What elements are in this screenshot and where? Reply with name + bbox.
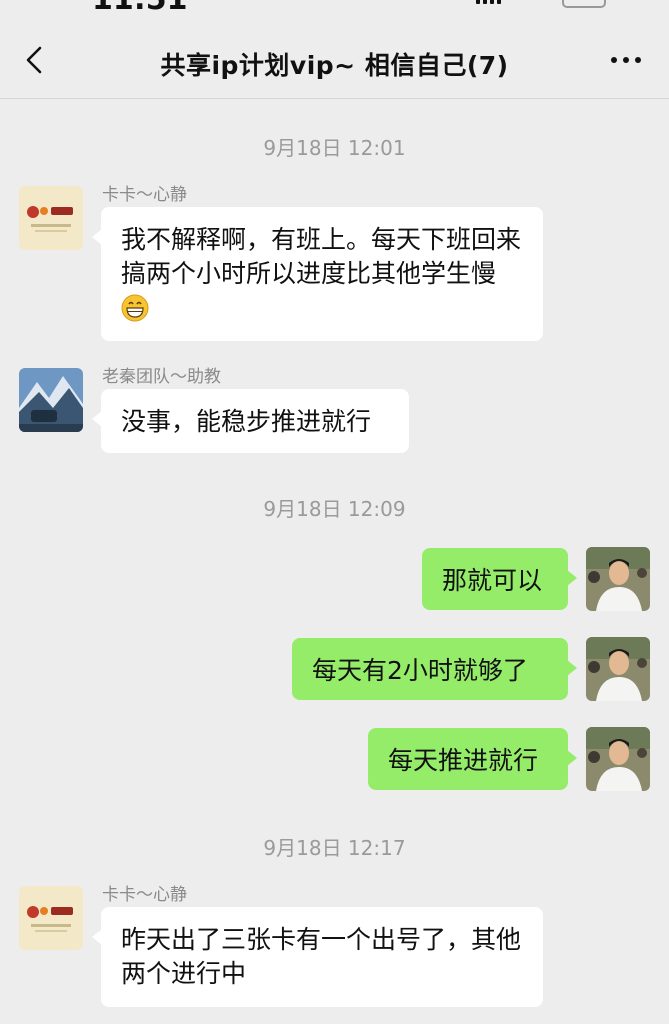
message-text: 那就可以 (442, 566, 543, 595)
sender-name: 卡卡～心静 (102, 885, 187, 905)
signal-icon (476, 0, 501, 4)
message-text: 我不解释啊，有班上。每天下班回来搞两个小时所以进度比其他学生慢 (121, 225, 522, 288)
message-timestamp: 9月18日 12:09 (263, 497, 406, 521)
message-text: 每天有2小时就够了 (312, 656, 528, 685)
avatar[interactable] (19, 368, 83, 432)
message-bubble[interactable]: 那就可以 (422, 548, 577, 610)
message-bubble[interactable]: 每天推进就行 (368, 728, 577, 790)
message-bubble[interactable]: 每天有2小时就够了 (292, 638, 577, 700)
grinning-face-emoji (121, 294, 149, 322)
avatar[interactable] (19, 186, 83, 250)
avatar[interactable] (586, 727, 650, 791)
avatar[interactable] (586, 547, 650, 611)
message-timestamp: 9月18日 12:17 (263, 836, 406, 860)
message-text: 昨天出了三张卡有一个出号了，其他两个进行中 (121, 925, 522, 988)
status-time: 11:51 (92, 0, 188, 14)
avatar[interactable] (19, 886, 83, 950)
avatar[interactable] (586, 637, 650, 701)
more-dots-icon[interactable] (608, 52, 644, 68)
message-bubble[interactable]: 我不解释啊，有班上。每天下班回来搞两个小时所以进度比其他学生慢 (92, 207, 543, 341)
chat-header: 共享ip计划vip~ 相信自己(7) (0, 22, 669, 99)
message-text: 每天推进就行 (388, 746, 539, 775)
message-bubble[interactable]: 昨天出了三张卡有一个出号了，其他两个进行中 (92, 907, 543, 1007)
chat-title: 共享ip计划vip~ 相信自己(7) (160, 51, 509, 80)
sender-name: 老秦团队～助教 (102, 367, 221, 387)
status-bar: 11:51 (0, 0, 669, 14)
message-text: 没事，能稳步推进就行 (121, 407, 372, 436)
message-bubble[interactable]: 没事，能稳步推进就行 (92, 389, 409, 453)
sender-name: 卡卡～心静 (102, 185, 187, 205)
message-timestamp: 9月18日 12:01 (263, 136, 406, 160)
battery-icon (562, 0, 606, 8)
